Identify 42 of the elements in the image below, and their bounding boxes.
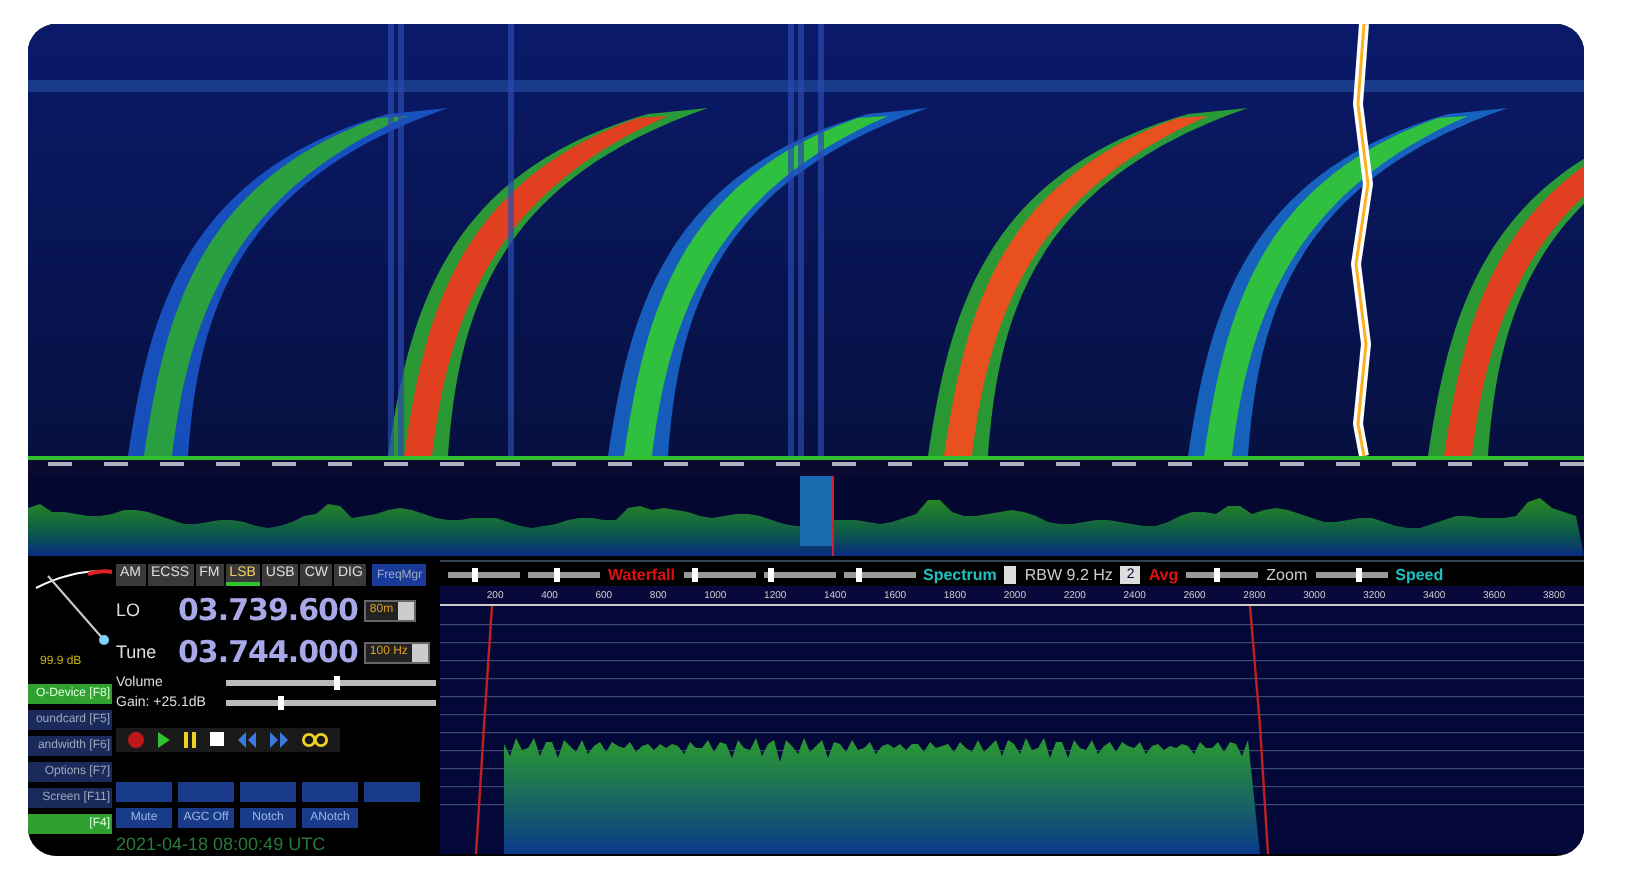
toolbar-slider[interactable]: [683, 571, 755, 577]
toolbar-slider[interactable]: [528, 571, 600, 577]
slider-thumb[interactable]: [471, 567, 478, 581]
record-icon[interactable]: [128, 732, 144, 748]
toolbar-slider[interactable]: [1315, 571, 1388, 577]
avg-label: Avg: [1148, 565, 1179, 583]
pause-icon[interactable]: [184, 732, 196, 748]
loop-icon[interactable]: [302, 732, 328, 748]
zoom-label: Zoom: [1266, 565, 1308, 583]
toolbar-slider[interactable]: [448, 571, 520, 577]
toolbar-slider[interactable]: [843, 571, 915, 577]
lo-label: LO: [116, 600, 143, 620]
frequency-display[interactable]: 03.744.000: [178, 634, 358, 670]
toolbar-slider[interactable]: [1186, 571, 1259, 577]
dsp-toggle-button[interactable]: [116, 782, 172, 802]
timestamp: 2021-04-18 08:00:49 UTC: [116, 834, 328, 854]
slider-thumb[interactable]: [333, 676, 340, 690]
dsp-toggle-button[interactable]: [364, 782, 420, 802]
gain-slider[interactable]: [226, 700, 436, 706]
rewind-icon[interactable]: [238, 732, 256, 748]
slider-thumb[interactable]: [691, 567, 698, 581]
play-icon[interactable]: [158, 732, 170, 748]
tune-label: Tune: [116, 642, 159, 662]
spectrum-label: Spectrum: [923, 565, 997, 583]
slider-thumb[interactable]: [855, 567, 862, 581]
fast-forward-icon[interactable]: [270, 732, 288, 748]
slider-thumb[interactable]: [768, 567, 775, 581]
stop-icon[interactable]: [210, 732, 224, 748]
frequency-display[interactable]: 03.739.600: [178, 592, 358, 628]
toolbar-slider[interactable]: [763, 571, 835, 577]
slider-thumb[interactable]: [1356, 567, 1363, 581]
dsp-toggle-button[interactable]: [178, 782, 234, 802]
rbw-label: RBW 9.2 Hz: [1024, 565, 1113, 583]
slider-thumb[interactable]: [1213, 567, 1220, 581]
speed-label: Speed: [1395, 565, 1444, 583]
slider-thumb[interactable]: [554, 567, 561, 581]
waterfall-label: Waterfall: [608, 565, 675, 583]
spectrum-mode-button[interactable]: [1004, 565, 1017, 583]
dsp-toggle-button[interactable]: [302, 782, 358, 802]
dsp-toggle-button[interactable]: [240, 782, 296, 802]
volume-slider[interactable]: [226, 680, 436, 686]
slider-thumb[interactable]: [278, 696, 285, 710]
